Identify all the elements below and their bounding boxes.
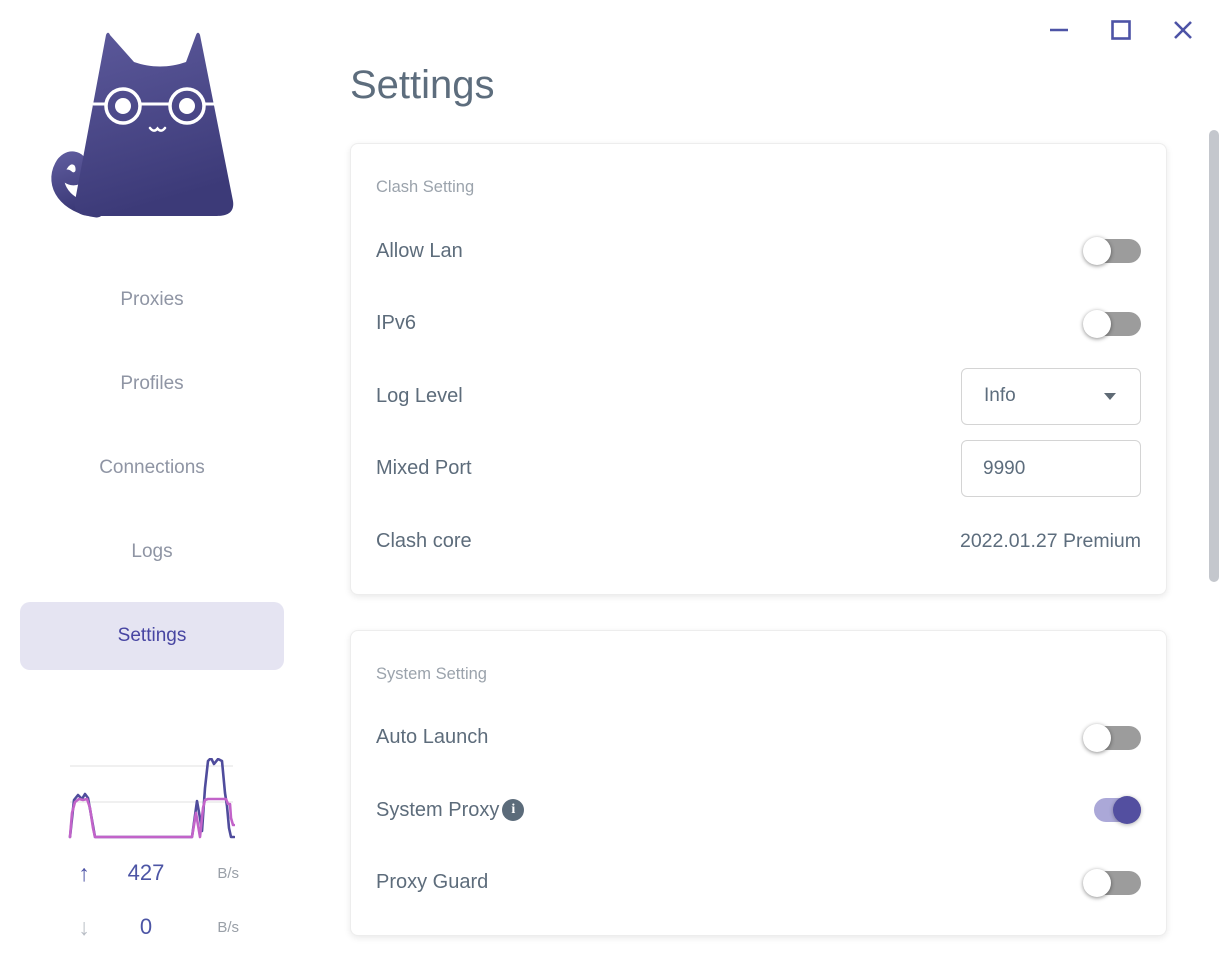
auto-launch-label: Auto Launch — [376, 726, 489, 749]
toggle-knob — [1083, 309, 1111, 338]
toggle-knob — [1113, 796, 1141, 825]
download-value: 0 — [139, 914, 153, 939]
proxy-guard-row: Proxy Guard — [376, 847, 1141, 920]
toggle-knob — [1083, 723, 1111, 752]
download-unit: B/s — [217, 918, 239, 936]
clash-setting-card: Clash Setting Allow Lan IPv6 Log Level I… — [350, 143, 1167, 595]
info-icon[interactable] — [502, 799, 525, 822]
upload-stat: ↑ 427 B/s — [63, 856, 243, 890]
ipv6-label: IPv6 — [376, 312, 417, 335]
clash-core-version: 2022.01.27 Premium — [959, 529, 1141, 552]
download-stat: ↓ 0 B/s — [63, 910, 243, 944]
close-button[interactable] — [1170, 16, 1196, 44]
allow-lan-row: Allow Lan — [376, 215, 1141, 288]
system-proxy-toggle[interactable] — [1083, 796, 1141, 825]
sidebar-nav: Proxies Profiles Connections Logs Settin… — [20, 258, 284, 678]
section-title: Clash Setting — [376, 178, 475, 196]
allow-lan-label: Allow Lan — [376, 239, 463, 262]
sidebar-item-settings[interactable]: Settings — [20, 602, 284, 670]
maximize-button[interactable] — [1108, 16, 1134, 44]
sidebar-item-connections[interactable]: Connections — [20, 426, 284, 510]
mixed-port-label: Mixed Port — [376, 457, 472, 480]
download-arrow-icon: ↓ — [78, 913, 90, 940]
maximize-icon — [1111, 20, 1131, 40]
system-proxy-label-text: System Proxy — [376, 798, 500, 821]
log-level-row: Log Level Info — [376, 360, 1141, 433]
upload-arrow-icon: ↑ — [78, 859, 90, 886]
system-proxy-row: System Proxy — [376, 774, 1141, 847]
sidebar-item-profiles[interactable]: Profiles — [20, 342, 284, 426]
log-level-label: Log Level — [376, 384, 463, 407]
allow-lan-toggle[interactable] — [1083, 237, 1141, 266]
upload-unit: B/s — [217, 864, 239, 882]
mixed-port-row: Mixed Port — [376, 433, 1141, 506]
sidebar: Proxies Profiles Connections Logs Settin… — [0, 0, 300, 956]
auto-launch-toggle[interactable] — [1083, 723, 1141, 752]
minimize-button[interactable] — [1046, 16, 1072, 44]
traffic-sparkline — [68, 758, 235, 839]
chevron-down-icon — [1104, 393, 1116, 401]
clash-core-label: Clash core — [376, 529, 472, 552]
toggle-knob — [1083, 868, 1111, 897]
close-icon — [1174, 21, 1192, 39]
auto-launch-row: Auto Launch — [376, 702, 1141, 775]
sidebar-item-logs[interactable]: Logs — [20, 510, 284, 594]
section-title: System Setting — [376, 664, 487, 683]
clash-core-row: Clash core 2022.01.27 Premium — [376, 505, 1141, 578]
proxy-guard-label: Proxy Guard — [376, 871, 489, 894]
proxy-guard-toggle[interactable] — [1083, 868, 1141, 897]
window-controls — [1046, 16, 1196, 44]
ipv6-row: IPv6 — [376, 288, 1141, 361]
log-level-select[interactable]: Info — [961, 367, 1141, 425]
page-title: Settings — [350, 63, 495, 107]
settings-page: Settings Clash Setting Allow Lan IPv6 Lo… — [350, 0, 1167, 936]
minimize-icon — [1050, 28, 1068, 32]
upload-value: 427 — [127, 860, 165, 885]
mixed-port-input[interactable] — [961, 440, 1141, 498]
log-level-value: Info — [984, 385, 1016, 407]
sidebar-item-proxies[interactable]: Proxies — [20, 258, 284, 342]
clash-cat-logo-icon — [51, 32, 234, 218]
scrollbar-thumb[interactable] — [1209, 130, 1219, 582]
system-proxy-label: System Proxy — [376, 798, 525, 822]
system-setting-card: System Setting Auto Launch System Proxy — [350, 629, 1167, 936]
ipv6-toggle[interactable] — [1083, 309, 1141, 338]
